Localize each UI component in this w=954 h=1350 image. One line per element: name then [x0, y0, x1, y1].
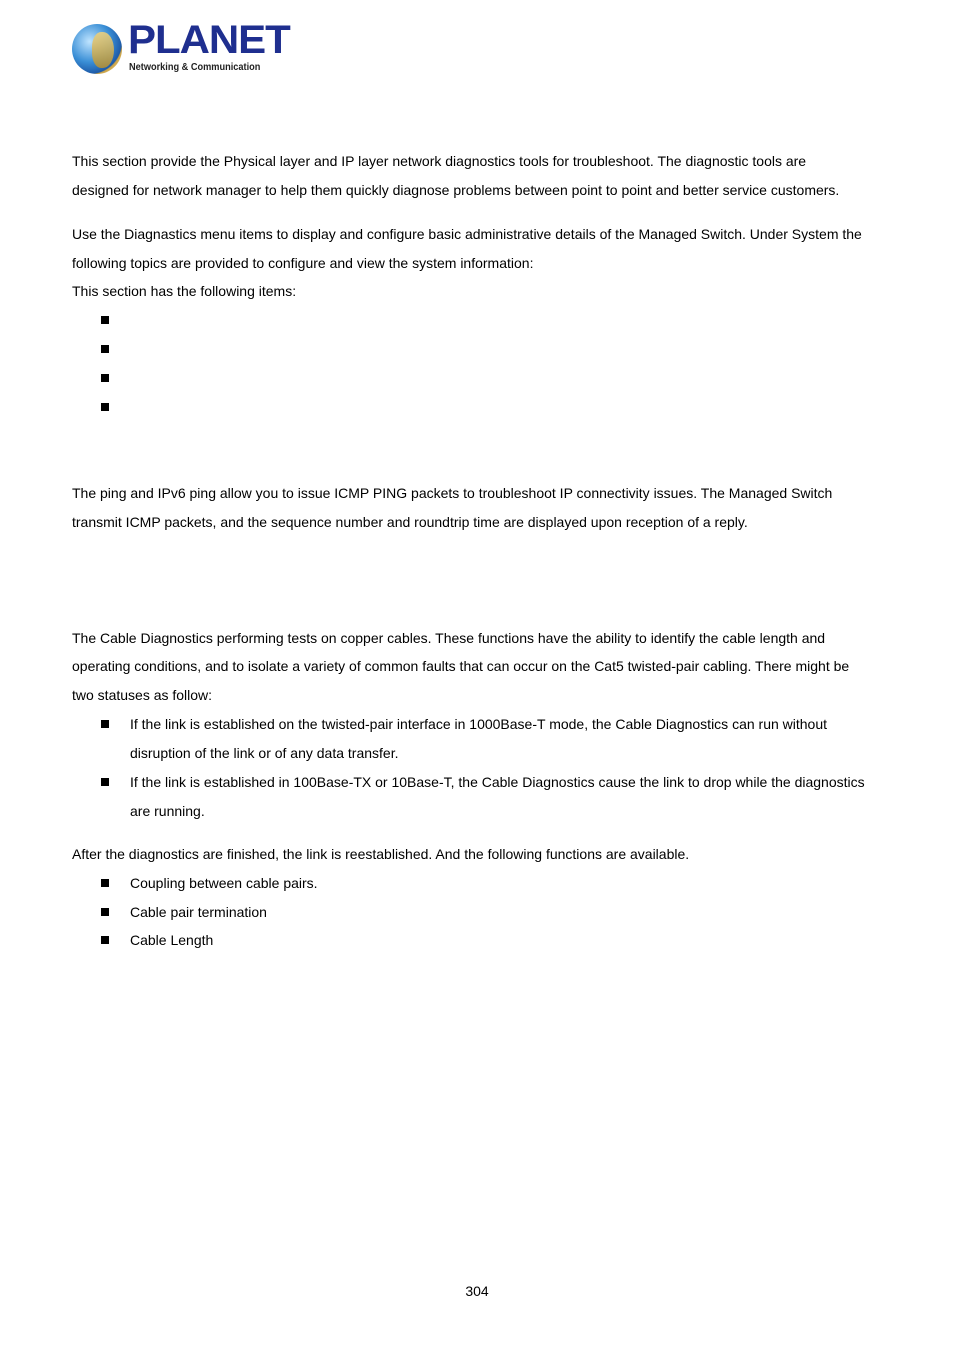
bullet-icon: [101, 720, 109, 728]
after-diagnostics-text: After the diagnostics are finished, the …: [72, 846, 690, 862]
ping-paragraph-line-2: transmit ICMP packets, and the sequence …: [72, 514, 748, 530]
status-item-2-line-2: are running.: [130, 803, 205, 819]
bullet-icon: [101, 316, 109, 324]
items-intro: This section has the following items:: [72, 283, 297, 299]
ping-paragraph-line-1: The ping and IPv6 ping allow you to issu…: [72, 485, 833, 501]
intro-paragraph-1-line-1: This section provide the Physical layer …: [72, 153, 807, 169]
function-item: Cable Length: [130, 932, 214, 948]
intro-paragraph-2-line-1: Use the Diagnastics menu items to displa…: [72, 226, 862, 242]
bullet-icon: [101, 936, 109, 944]
status-item-2-line-1: If the link is established in 100Base-TX…: [130, 774, 865, 790]
function-item: Coupling between cable pairs.: [130, 875, 318, 891]
intro-paragraph-1-line-2: designed for network manager to help the…: [72, 182, 840, 198]
bullet-icon: [101, 403, 109, 411]
logo-tagline: Networking & Communication: [129, 62, 261, 73]
planet-logo: PLANET Networking & Communication: [72, 18, 291, 78]
logo-brand: PLANET: [128, 18, 291, 62]
bullet-icon: [101, 879, 109, 887]
cable-paragraph-line-2: operating conditions, and to isolate a v…: [72, 658, 850, 674]
cable-paragraph-line-1: The Cable Diagnostics performing tests o…: [72, 630, 826, 646]
intro-paragraph-2-line-2: following topics are provided to configu…: [72, 255, 534, 271]
cable-paragraph-line-3: two statuses as follow:: [72, 687, 213, 703]
status-item-1-line-2: disruption of the link or of any data tr…: [130, 745, 399, 761]
bullet-icon: [101, 374, 109, 382]
bullet-icon: [101, 778, 109, 786]
globe-icon: [72, 24, 122, 74]
page-number: 304: [465, 1283, 489, 1299]
status-item-1-line-1: If the link is established on the twiste…: [130, 716, 828, 732]
bullet-icon: [101, 345, 109, 353]
function-item: Cable pair termination: [130, 904, 267, 920]
bullet-icon: [101, 908, 109, 916]
